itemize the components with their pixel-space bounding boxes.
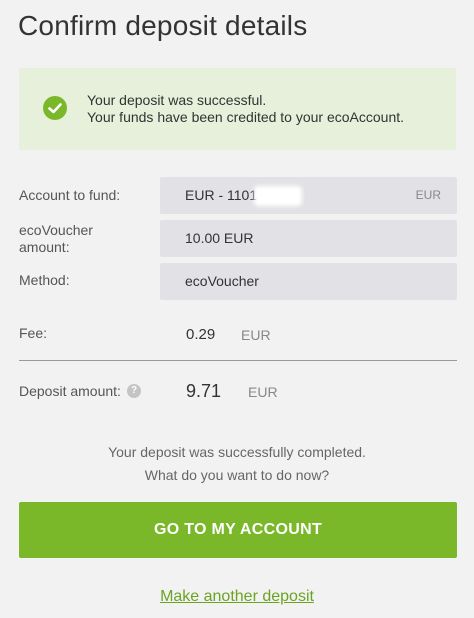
account-currency: EUR (415, 188, 441, 202)
method-value: ecoVoucher (185, 273, 259, 289)
alert-line-1: Your deposit was successful. (87, 92, 267, 108)
voucher-amount-field: 10.00 EUR (160, 220, 457, 257)
account-field: EUR - 1101 EUR (160, 177, 457, 214)
deposit-confirmation-page: Confirm deposit details Your deposit was… (0, 0, 474, 618)
deposit-currency: EUR (248, 384, 278, 400)
account-value: EUR - 1101 (185, 187, 258, 203)
voucher-label-line-2: amount: (19, 239, 70, 255)
deposit-amount-label: Deposit amount: (19, 383, 121, 399)
alert-message: Your deposit was successful. Your funds … (87, 92, 404, 126)
alert-line-2: Your funds have been credited to your ec… (87, 109, 405, 125)
go-to-account-button[interactable]: GO TO MY ACCOUNT (19, 502, 457, 558)
completion-message: Your deposit was successfully completed. (108, 444, 366, 460)
help-icon[interactable]: ? (127, 384, 141, 398)
make-another-deposit-link[interactable]: Make another deposit (0, 588, 474, 606)
next-step-question: What do you want to do now? (144, 467, 330, 483)
method-field: ecoVoucher (160, 263, 457, 300)
success-alert: Your deposit was successful. Your funds … (19, 68, 456, 150)
voucher-label-line-1: ecoVoucher (19, 222, 93, 238)
fee-value: 0.29 (186, 326, 216, 343)
fee-currency: EUR (241, 327, 271, 343)
deposit-amount-value: 9.71 (186, 381, 222, 401)
page-title: Confirm deposit details (18, 10, 308, 41)
method-label: Method: (19, 272, 70, 288)
fee-label: Fee: (19, 325, 48, 341)
check-circle-icon (43, 96, 67, 120)
voucher-amount-label: ecoVoucher amount: (19, 222, 93, 256)
account-label: Account to fund: (19, 187, 121, 203)
redacted-account-number (254, 186, 302, 206)
voucher-amount-value: 10.00 EUR (185, 230, 254, 246)
divider (19, 360, 457, 361)
